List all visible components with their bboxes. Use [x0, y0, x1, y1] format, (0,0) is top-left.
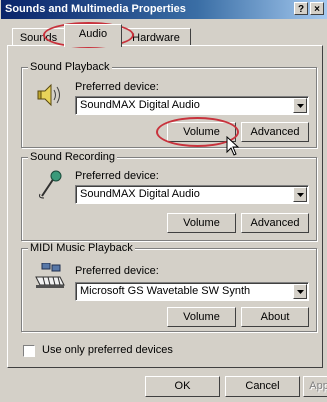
mouse-cursor-icon: [226, 136, 240, 156]
sound-playback-legend: Sound Playback: [28, 61, 112, 73]
recording-device-select[interactable]: SoundMAX Digital Audio: [75, 185, 309, 204]
midi-volume-button[interactable]: Volume: [167, 307, 236, 327]
midi-keyboard-icon: [35, 263, 65, 288]
sound-recording-legend: Sound Recording: [28, 151, 118, 163]
recording-advanced-button[interactable]: Advanced: [241, 213, 309, 233]
use-preferred-checkbox[interactable]: [23, 345, 35, 357]
title-bar[interactable]: Sounds and Multimedia Properties ? ×: [1, 0, 327, 19]
recording-device-value: SoundMAX Digital Audio: [80, 188, 200, 200]
microphone-icon: [39, 170, 62, 199]
sound-playback-group: Sound Playback Preferred device: SoundMA…: [21, 61, 317, 148]
midi-device-select[interactable]: Microsoft GS Wavetable SW Synth: [75, 282, 309, 301]
midi-about-button[interactable]: About: [241, 307, 309, 327]
chevron-down-icon[interactable]: [293, 187, 307, 202]
chevron-down-icon[interactable]: [293, 98, 307, 113]
cancel-button[interactable]: Cancel: [225, 376, 300, 397]
properties-dialog: Sounds and Multimedia Properties ? × Sou…: [0, 0, 327, 402]
tab-sounds-label: Sounds: [19, 32, 58, 44]
sound-recording-group: Sound Recording Preferred device: SoundM…: [21, 151, 317, 241]
ok-button[interactable]: OK: [145, 376, 220, 397]
window-title: Sounds and Multimedia Properties: [5, 3, 186, 15]
midi-device-label: Preferred device:: [75, 265, 159, 277]
midi-playback-legend: MIDI Music Playback: [28, 242, 135, 254]
tab-audio[interactable]: Audio: [64, 24, 122, 47]
close-button[interactable]: ×: [310, 2, 324, 15]
midi-playback-group: MIDI Music Playback Preferred device: Mi…: [21, 242, 317, 332]
playback-device-select[interactable]: SoundMAX Digital Audio: [75, 96, 309, 115]
recording-device-label: Preferred device:: [75, 170, 159, 182]
use-preferred-label: Use only preferred devices: [42, 344, 173, 356]
playback-device-label: Preferred device:: [75, 81, 159, 93]
tab-hardware-label: Hardware: [132, 32, 180, 44]
midi-device-value: Microsoft GS Wavetable SW Synth: [80, 285, 251, 297]
playback-advanced-button[interactable]: Advanced: [241, 122, 309, 142]
speaker-icon: [37, 83, 60, 107]
chevron-down-icon[interactable]: [293, 284, 307, 299]
apply-button[interactable]: Apply: [303, 376, 327, 397]
playback-device-value: SoundMAX Digital Audio: [80, 99, 200, 111]
tab-audio-label: Audio: [78, 28, 108, 40]
recording-volume-button[interactable]: Volume: [167, 213, 236, 233]
help-button[interactable]: ?: [294, 2, 308, 15]
